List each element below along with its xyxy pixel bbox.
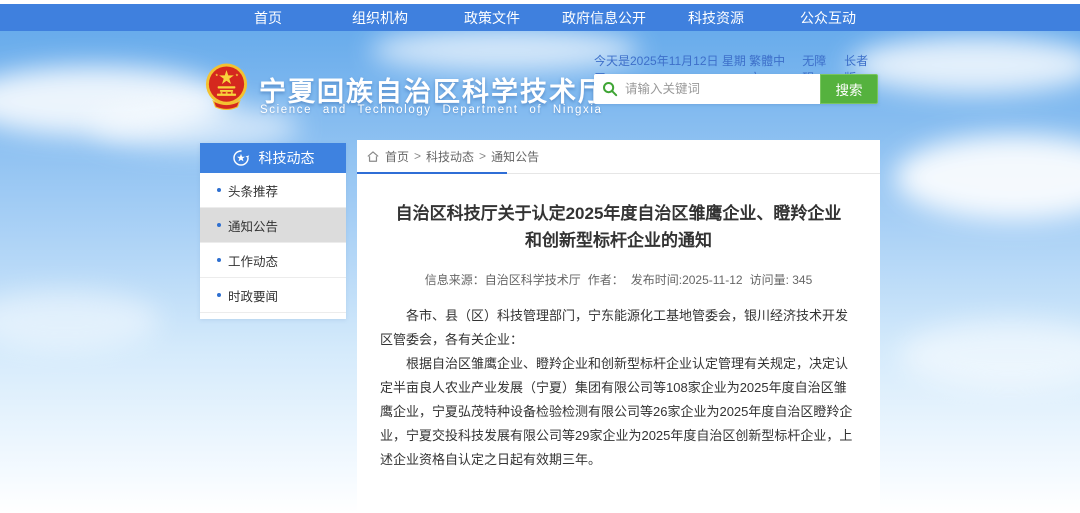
meta-source: 信息来源：自治区科学技术厅 [425,271,581,288]
breadcrumb: 首页 > 科技动态 > 通知公告 [357,140,880,172]
sidebar-item-label: 时政要闻 [228,286,278,305]
breadcrumb-divider [357,172,880,174]
sidebar-item-political-news[interactable]: 时政要闻 [200,278,346,313]
nav-item-organization[interactable]: 组织机构 [324,8,436,28]
breadcrumb-tech-dynamics[interactable]: 科技动态 [426,148,474,165]
article-title-line1: 自治区科技厅关于认定2025年度自治区雏鹰企业、瞪羚企业 [357,200,880,227]
search-icon [602,81,618,97]
breadcrumb-separator: > [414,149,421,163]
site-subtitle-english: Science and Technology Department of Nin… [260,104,602,116]
sidebar-item-label: 头条推荐 [228,181,278,200]
sidebar-header: 科技动态 [200,143,346,173]
meta-visit-count: 访问量: 345 [750,271,813,288]
nav-item-tech-resources[interactable]: 科技资源 [660,8,772,28]
bullet-dot-icon [217,223,221,227]
search-input[interactable] [625,82,812,96]
article-body: 各市、县（区）科技管理部门，宁东能源化工基地管委会，银川经济技术开发区管委会，各… [357,304,880,472]
nav-item-public-interaction[interactable]: 公众互动 [772,8,884,28]
cloud-decoration [0,290,160,350]
article-title: 自治区科技厅关于认定2025年度自治区雏鹰企业、瞪羚企业 和创新型标杆企业的通知 [357,200,880,254]
sidebar-item-notices[interactable]: 通知公告 [200,208,346,243]
bullet-dot-icon [217,293,221,297]
page: 首页 组织机构 政策文件 政府信息公开 科技资源 公众互动 宁夏回族自治区科学技… [0,0,1080,513]
breadcrumb-separator: > [479,149,486,163]
main-content-panel: 首页 > 科技动态 > 通知公告 自治区科技厅关于认定2025年度自治区雏鹰企业… [357,140,880,513]
top-navigation: 首页 组织机构 政策文件 政府信息公开 科技资源 公众互动 [0,4,1080,31]
nav-item-gov-info[interactable]: 政府信息公开 [548,8,660,28]
sidebar-item-headline-recommend[interactable]: 头条推荐 [200,173,346,208]
breadcrumb-divider-accent [357,172,507,174]
search-bar: 搜索 [594,74,878,104]
cloud-decoration [895,135,1080,220]
sidebar-item-label: 通知公告 [228,216,278,235]
nav-item-home[interactable]: 首页 [212,8,324,28]
bullet-dot-icon [217,258,221,262]
sidebar-item-label: 工作动态 [228,251,278,270]
home-icon [366,150,380,163]
breadcrumb-home[interactable]: 首页 [385,148,409,165]
meta-publish-time: 发布时间:2025-11-12 [631,271,743,288]
sidebar: 科技动态 头条推荐 通知公告 工作动态 时政要闻 [200,143,346,319]
meta-author: 作者： [588,271,624,288]
sidebar-item-work-dynamics[interactable]: 工作动态 [200,243,346,278]
cloud-decoration [900,320,1080,390]
star-circle-icon [232,149,250,167]
breadcrumb-notices[interactable]: 通知公告 [491,148,539,165]
article-title-line2: 和创新型标杆企业的通知 [357,227,880,254]
sidebar-title: 科技动态 [259,148,315,168]
nav-item-policy[interactable]: 政策文件 [436,8,548,28]
search-button[interactable]: 搜索 [820,74,878,104]
search-box [594,74,820,104]
national-emblem-logo [203,61,250,113]
article-paragraph: 各市、县（区）科技管理部门，宁东能源化工基地管委会，银川经济技术开发区管委会，各… [380,304,857,352]
article-paragraph: 根据自治区雏鹰企业、瞪羚企业和创新型标杆企业认定管理有关规定，决定认定半亩良人农… [380,352,857,472]
article-meta: 信息来源：自治区科学技术厅 作者： 发布时间:2025-11-12 访问量: 3… [357,271,880,288]
cloud-decoration [850,36,1080,94]
bullet-dot-icon [217,188,221,192]
